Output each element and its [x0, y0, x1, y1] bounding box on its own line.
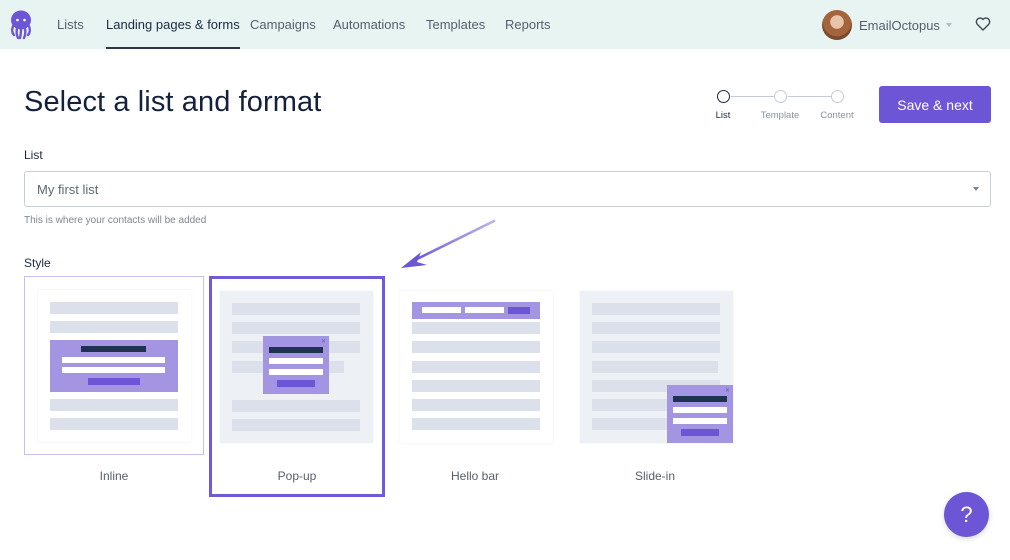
step-connector — [788, 96, 831, 97]
user-menu[interactable]: EmailOctopus — [822, 10, 952, 40]
close-icon: ✕ — [320, 339, 326, 345]
list-select-value: My first list — [37, 182, 99, 197]
step-label-list: List — [715, 110, 731, 121]
hello-bar-thumbnail — [399, 290, 553, 443]
page-title: Select a list and format — [24, 86, 322, 118]
style-option-label: Pop-up — [277, 469, 317, 483]
progress-stepper: List Template Content — [710, 88, 860, 124]
style-option-inline[interactable]: Inline — [24, 276, 204, 496]
nav-item-templates[interactable]: Templates — [426, 0, 485, 49]
avatar — [822, 10, 852, 40]
step-dot-template — [774, 90, 787, 103]
nav-item-campaigns[interactable]: Campaigns — [250, 0, 316, 49]
nav-item-landing-pages-forms[interactable]: Landing pages & forms — [106, 0, 240, 49]
step-dot-content — [831, 90, 844, 103]
chevron-down-icon — [945, 23, 952, 27]
annotation-arrow-icon — [401, 219, 496, 268]
close-icon: ✕ — [724, 388, 730, 394]
nav-item-reports[interactable]: Reports — [505, 0, 551, 49]
style-option-slide-in[interactable]: ✕ Slide-in — [579, 276, 759, 496]
nav-item-lists[interactable]: Lists — [57, 0, 84, 49]
heart-icon[interactable] — [975, 16, 991, 32]
step-dot-list — [717, 90, 730, 103]
style-label: Style — [24, 256, 51, 270]
inline-thumbnail — [24, 276, 204, 455]
list-field-hint: This is where your contacts will be adde… — [24, 215, 207, 226]
step-label-template: Template — [760, 110, 800, 121]
list-field-label: List — [24, 148, 43, 162]
list-select[interactable]: My first list — [24, 171, 991, 207]
popup-thumbnail: ✕ — [219, 290, 374, 445]
caret-down-icon — [973, 187, 979, 191]
slide-in-thumbnail: ✕ — [579, 290, 733, 443]
style-option-label: Hello bar — [450, 469, 500, 483]
style-option-label: Slide-in — [634, 469, 676, 483]
style-option-label: Inline — [99, 469, 129, 483]
help-button[interactable]: ? — [944, 492, 989, 537]
step-connector — [731, 96, 774, 97]
top-navigation: Lists Landing pages & forms Campaigns Au… — [0, 0, 1010, 49]
nav-item-automations[interactable]: Automations — [333, 0, 405, 49]
step-label-content: Content — [820, 110, 854, 121]
save-next-button[interactable]: Save & next — [879, 86, 991, 123]
octopus-logo-icon[interactable] — [9, 10, 33, 40]
style-option-hello-bar[interactable]: Hello bar — [399, 276, 579, 496]
style-option-popup[interactable]: ✕ Pop-up — [209, 276, 385, 497]
user-name: EmailOctopus — [859, 17, 940, 33]
